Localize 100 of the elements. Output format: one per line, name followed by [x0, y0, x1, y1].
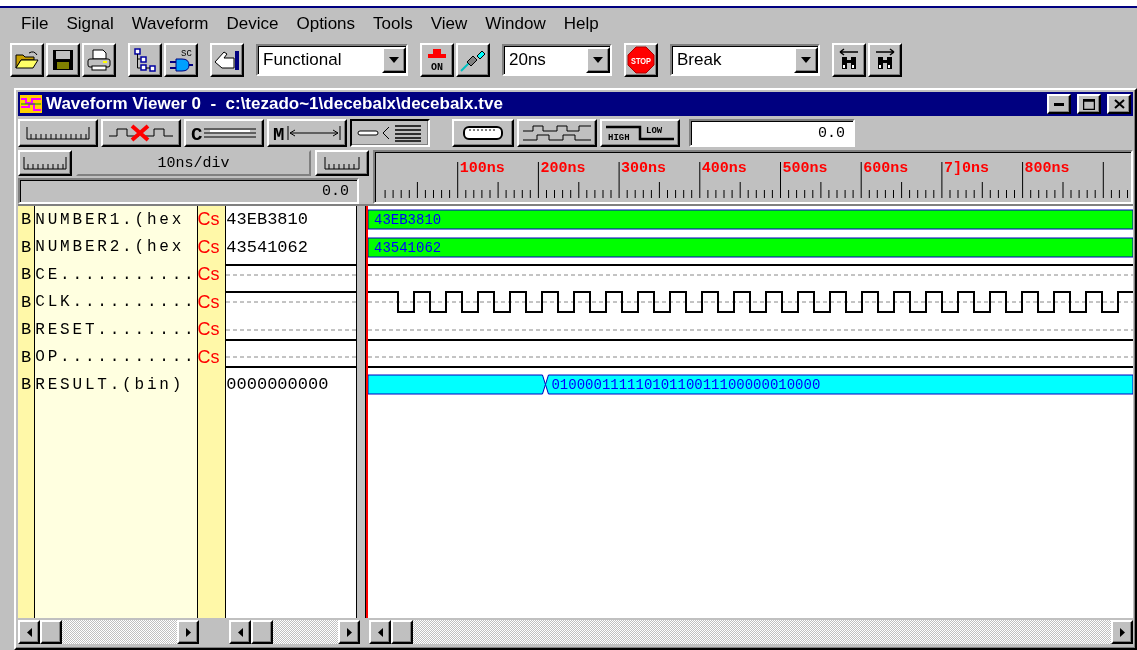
left-arrow-icon [377, 627, 383, 637]
bus-value: 43EB3810 [374, 212, 442, 229]
menu-item[interactable]: Waveform [122, 14, 218, 34]
close-button[interactable] [1107, 94, 1131, 114]
left-arrow-icon [237, 627, 243, 637]
scroll-right-button[interactable] [338, 620, 360, 644]
signal-flag-label: B [20, 236, 33, 259]
scroll-left-button[interactable] [369, 620, 391, 644]
caret-icon [593, 57, 603, 63]
ruler-label: 200ns [540, 160, 586, 177]
signal-value: 0000000000 [226, 375, 329, 395]
minimize-button[interactable] [1047, 94, 1071, 114]
bus-shape-icon [463, 125, 503, 141]
scroll-thumb[interactable] [40, 620, 62, 644]
break-dropdown[interactable]: Break [670, 44, 820, 76]
signal-flag-label: B [20, 319, 33, 342]
find-previous-button[interactable] [832, 43, 866, 77]
ruler-label: 7]0ns [943, 160, 989, 177]
hierarchy-tree-icon [133, 48, 157, 72]
values-scrollbar[interactable] [229, 620, 360, 644]
maximize-button[interactable] [1077, 94, 1101, 114]
menu-item[interactable]: Tools [364, 14, 422, 34]
menu-item[interactable]: Device [217, 14, 288, 34]
ruler-label: 600ns [863, 160, 909, 177]
scroll-right-button[interactable] [1111, 620, 1133, 644]
save-button[interactable] [46, 43, 80, 77]
time-field[interactable]: 0.0 [689, 119, 855, 147]
ruler-icon [26, 125, 90, 141]
right-arrow-icon [346, 627, 352, 637]
power-button[interactable]: ON [420, 43, 454, 77]
pointer-button[interactable] [210, 43, 244, 77]
find-next-button[interactable] [868, 43, 902, 77]
close-icon [1113, 99, 1125, 109]
dropdown-value: Functional [263, 50, 343, 70]
signal-value: 43541062 [226, 237, 308, 257]
signal-flag-label: B [20, 374, 33, 397]
signal-mark: Cs [197, 235, 221, 259]
ruler-label: 400ns [701, 160, 747, 177]
scroll-right-button[interactable] [177, 620, 199, 644]
scroll-left-button[interactable] [18, 620, 40, 644]
minimize-icon [1054, 102, 1064, 106]
menu-item[interactable]: Signal [57, 14, 123, 34]
dropdown-arrow-button[interactable] [794, 47, 818, 73]
names-scrollbar[interactable] [18, 620, 199, 644]
dropdown-arrow-button[interactable] [382, 47, 406, 73]
scroll-thumb[interactable] [251, 620, 273, 644]
bus-value: 43541062 [374, 239, 442, 256]
measure-button[interactable]: M [267, 119, 347, 147]
open-button[interactable] [10, 43, 44, 77]
menu-item[interactable]: Options [287, 14, 365, 34]
caret-icon [389, 57, 399, 63]
left-arrow-icon [26, 627, 32, 637]
compare-button[interactable]: C [184, 119, 264, 147]
step-dropdown[interactable]: 20ns [502, 44, 612, 76]
bus-button[interactable] [452, 119, 514, 147]
pointing-hand-icon [213, 48, 241, 72]
signal-mark: Cs [197, 345, 221, 369]
ruler-label: 800ns [1024, 160, 1070, 177]
signal-name: RESET........ [35, 319, 197, 341]
print-button[interactable] [82, 43, 116, 77]
signal-name: NUMBER1.(hex [35, 209, 186, 231]
scroll-left-button[interactable] [229, 620, 251, 644]
zoom-in-button[interactable] [18, 150, 72, 176]
cursor-time-field: 0.0 [18, 178, 359, 204]
clock-button[interactable] [517, 119, 597, 147]
menu-item[interactable]: File [12, 14, 58, 34]
expand-button[interactable] [350, 119, 430, 147]
dropdown-arrow-button[interactable] [586, 47, 610, 73]
signal-name: RESULT.(bin) [35, 374, 186, 396]
waveform-scrollbar[interactable] [369, 620, 1133, 644]
hierarchy-button[interactable] [128, 43, 162, 77]
scale-field: 10ns/div [76, 150, 311, 176]
open-folder-icon [15, 50, 39, 70]
signal-flag-label: B [20, 264, 33, 287]
waveform-app-icon [20, 95, 42, 113]
delete-waveform-icon [108, 124, 174, 142]
caret-icon [801, 57, 811, 63]
ruler-button[interactable] [18, 119, 98, 147]
ruler-label: 100ns [459, 160, 505, 177]
signal-flag-label: B [20, 346, 33, 369]
signal-mark: Cs [197, 290, 221, 314]
zoom-out-button[interactable] [315, 150, 369, 176]
delete-button[interactable] [101, 119, 181, 147]
ruler-label: 500ns [782, 160, 828, 177]
menu-item[interactable]: View [421, 14, 477, 34]
right-arrow-icon [1119, 627, 1125, 637]
mode-dropdown[interactable]: Functional [256, 44, 408, 76]
menu-item[interactable]: Help [554, 14, 608, 34]
signal-flag-label: B [20, 209, 33, 232]
signal-flag-label: B [20, 291, 33, 314]
probe-button[interactable] [456, 43, 490, 77]
menu-item[interactable]: Window [476, 14, 555, 34]
signal-value: 43EB3810 [226, 210, 308, 230]
maximize-icon [1083, 98, 1095, 110]
window-title: Waveform Viewer 0 - c:\tezado~1\decebalx\decebalx.tve [46, 94, 504, 114]
signal-name: OP........... [35, 347, 197, 369]
scroll-thumb[interactable] [391, 620, 413, 644]
signal-mark: Cs [197, 318, 221, 342]
clock-waveform-icon [522, 124, 592, 142]
signal-mark: Cs [197, 263, 221, 287]
